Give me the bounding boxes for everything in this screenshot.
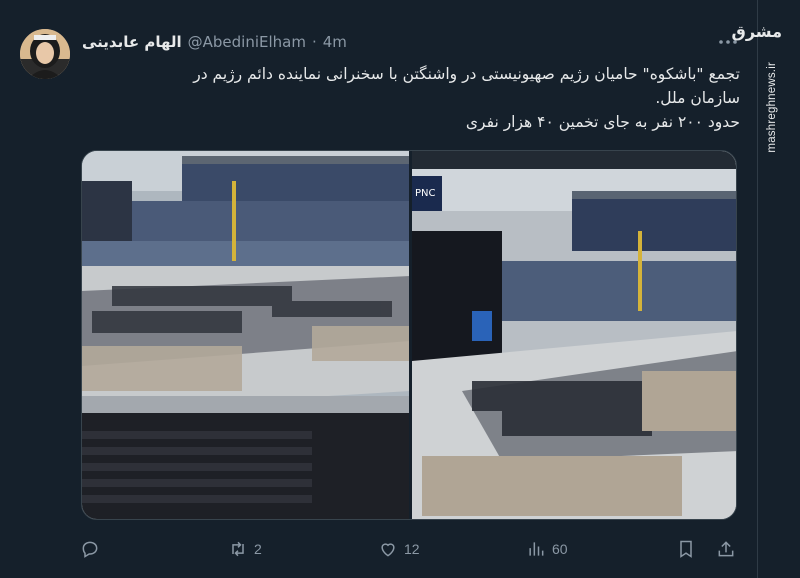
share-button[interactable] — [716, 536, 736, 562]
views-button[interactable]: 60 — [526, 536, 568, 562]
reply-button[interactable] — [80, 536, 106, 562]
bookmark-icon — [680, 540, 692, 558]
watermark: مشرق mashreghnews.ir — [732, 12, 792, 153]
tweet-line-1: تجمع "باشکوه" حامیان رژیم صهیونیستی در و… — [193, 65, 740, 83]
divider — [757, 0, 758, 578]
author-name[interactable]: الهام عابدینی — [82, 33, 182, 51]
stadium-photo-right[interactable]: PNC — [412, 151, 737, 520]
tweet-media[interactable]: PNC — [81, 150, 737, 520]
retweet-button[interactable]: 2 — [228, 536, 262, 562]
tweet-header: الهام عابدینی @AbediniElham · 4m — [82, 30, 390, 54]
pnc-sign: PNC — [415, 188, 436, 199]
avatar[interactable] — [20, 29, 70, 79]
bookmark-button[interactable] — [676, 536, 696, 562]
tweet-actions: 2 12 60 — [80, 536, 740, 562]
watermark-site: mashreghnews.ir — [766, 62, 778, 153]
views-count: 60 — [552, 541, 568, 557]
avatar-image — [20, 29, 70, 79]
share-icon — [718, 541, 734, 557]
views-icon — [529, 542, 544, 556]
like-button[interactable]: 12 — [378, 536, 420, 562]
retweet-count: 2 — [254, 541, 262, 557]
retweet-icon — [232, 541, 244, 557]
tweet-time[interactable]: 4m — [323, 33, 347, 51]
like-count: 12 — [404, 541, 420, 557]
watermark-logo: مشرق — [731, 22, 782, 41]
tweet-line-3: حدود ۲۰۰ نفر به جای تخمین ۴۰ هزار نفری — [465, 113, 740, 131]
tweet-card[interactable]: الهام عابدینی @AbediniElham · 4m تجمع "ب… — [0, 0, 760, 578]
stadium-photo-left[interactable] — [82, 151, 410, 520]
separator: · — [311, 33, 317, 51]
tweet-text: تجمع "باشکوه" حامیان رژیم صهیونیستی در و… — [82, 62, 740, 134]
author-handle[interactable]: @AbediniElham — [188, 33, 306, 51]
tweet-line-2: سازمان ملل. — [655, 89, 740, 107]
heart-icon — [381, 543, 395, 557]
reply-icon — [82, 541, 98, 558]
